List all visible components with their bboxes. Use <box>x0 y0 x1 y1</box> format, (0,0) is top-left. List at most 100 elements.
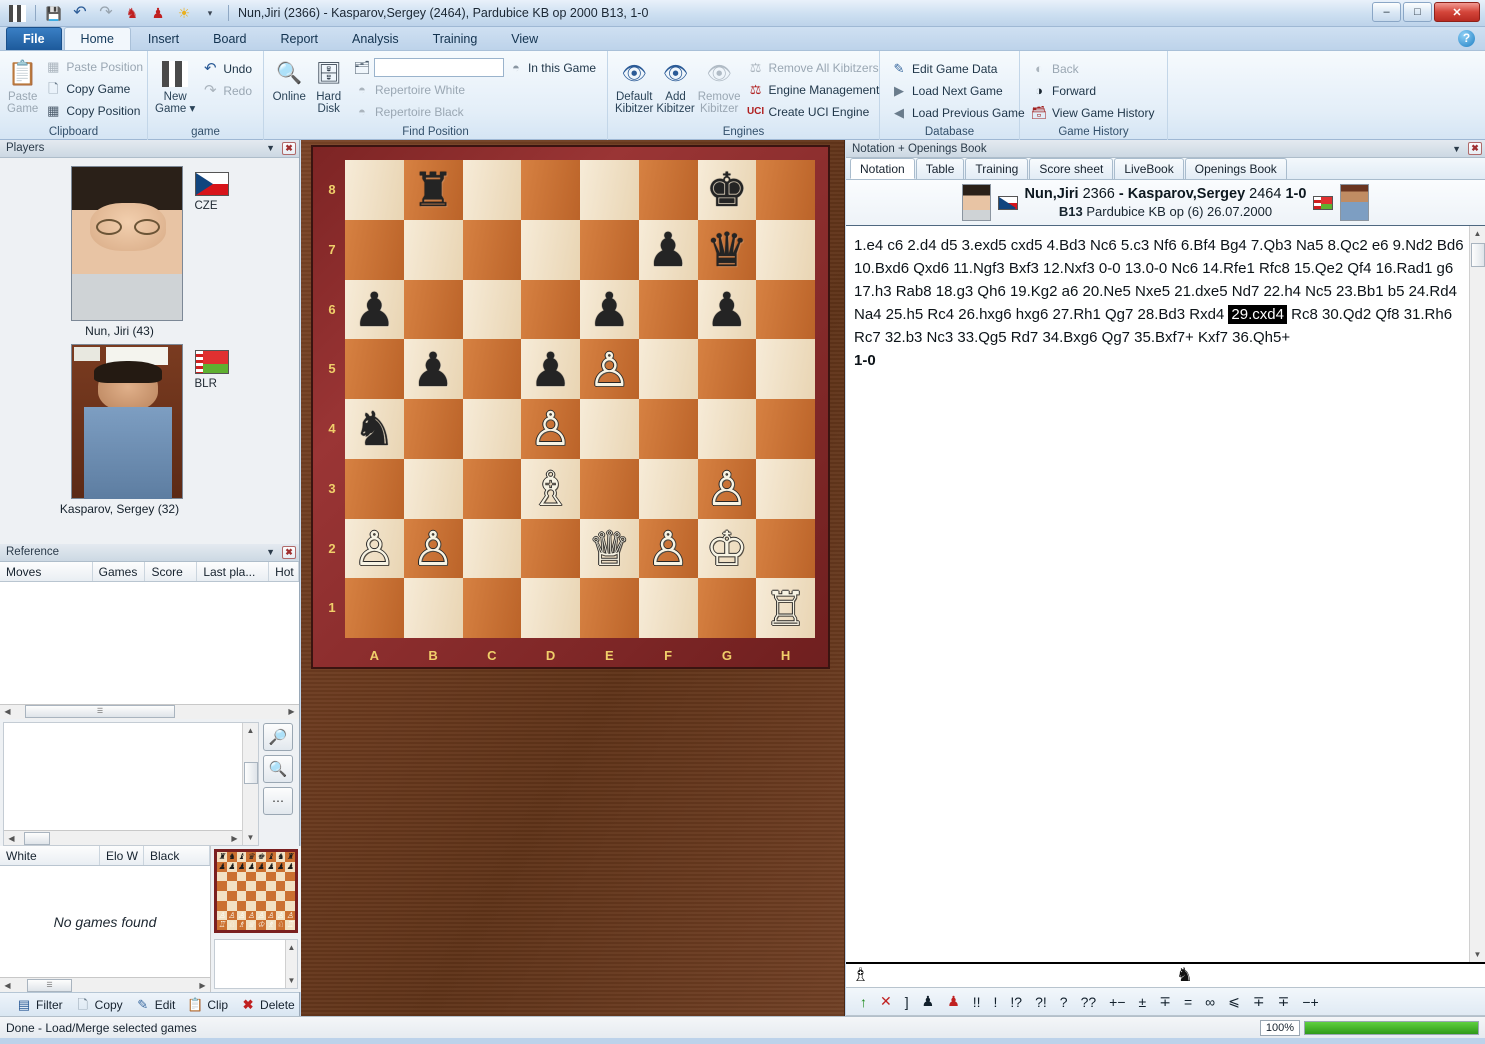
black-pawn-piece[interactable]: ♟ <box>588 286 630 333</box>
forward-button[interactable]: ◑ Forward <box>1027 80 1158 101</box>
square-b2[interactable]: ♙ <box>404 519 463 579</box>
players-panel-close-icon[interactable]: ✖ <box>282 142 296 155</box>
square-g5[interactable] <box>698 339 757 399</box>
preview-scroll-left-icon[interactable]: ◀ <box>4 834 19 843</box>
games-hscroll-track[interactable]: ☰ <box>15 979 195 992</box>
black-pawn-piece[interactable]: ♟ <box>412 346 454 393</box>
square-a3[interactable] <box>345 459 404 519</box>
annotation-black-winning-button[interactable]: −+ <box>1302 994 1318 1010</box>
square-c4[interactable] <box>463 399 522 459</box>
white-queen-piece[interactable]: ♕ <box>588 525 630 572</box>
square-a7[interactable] <box>345 220 404 280</box>
annotation-unclear-button[interactable]: ∞ <box>1205 994 1215 1010</box>
square-f6[interactable] <box>639 280 698 340</box>
reference-panel-close-icon[interactable]: ✖ <box>282 546 296 559</box>
annotation-bracket-button[interactable]: ] <box>905 994 909 1010</box>
games-column-elow[interactable]: Elo W <box>100 846 144 865</box>
tab-score-sheet[interactable]: Score sheet <box>1029 158 1113 179</box>
square-e6[interactable]: ♟ <box>580 280 639 340</box>
clip-button[interactable]: 📋 Clip <box>187 997 228 1013</box>
annotation-compensation-button[interactable]: ⩽ <box>1228 993 1240 1010</box>
tab-notation[interactable]: Notation <box>850 158 915 179</box>
board-icon[interactable] <box>6 3 28 23</box>
square-c5[interactable] <box>463 339 522 399</box>
square-c6[interactable] <box>463 280 522 340</box>
notation-moves[interactable]: 1.e4 c6 2.d4 d5 3.exd5 cxd5 4.Bd3 Nc6 5.… <box>846 226 1485 962</box>
square-b6[interactable] <box>404 280 463 340</box>
square-f5[interactable] <box>639 339 698 399</box>
annotation-good-button[interactable]: ! <box>994 994 998 1010</box>
square-f3[interactable] <box>639 459 698 519</box>
repertoire-white-button[interactable]: ◓ Repertoire White <box>350 79 600 100</box>
copy-game-button[interactable]: 🗋 Copy Game <box>41 78 147 99</box>
back-button[interactable]: ◐ Back <box>1027 58 1158 79</box>
square-h3[interactable] <box>756 459 815 519</box>
notation-scroll-down-icon[interactable]: ▼ <box>1474 947 1482 962</box>
delete-button[interactable]: ✖ Delete <box>240 997 295 1013</box>
square-h6[interactable] <box>756 280 815 340</box>
annotation-dubious-button[interactable]: ?! <box>1035 994 1047 1010</box>
annotation-interesting-button[interactable]: !? <box>1010 994 1022 1010</box>
tab-training[interactable]: Training <box>965 158 1028 179</box>
black-pawn-piece[interactable]: ♟ <box>706 286 748 333</box>
save-icon[interactable]: 💾 <box>43 3 65 23</box>
square-h5[interactable] <box>756 339 815 399</box>
white-rook-piece[interactable]: ♖ <box>765 585 807 632</box>
square-b4[interactable] <box>404 399 463 459</box>
annotation-black-better-button[interactable]: ∓ <box>1159 993 1171 1010</box>
annotation-red-pawn-button[interactable]: ♟ <box>947 993 960 1010</box>
square-a6[interactable]: ♟ <box>345 280 404 340</box>
square-e5[interactable]: ♙ <box>580 339 639 399</box>
ribbon-tab-analysis[interactable]: Analysis <box>335 27 416 50</box>
white-pawn-piece[interactable]: ♙ <box>588 346 630 393</box>
ribbon-tab-insert[interactable]: Insert <box>131 27 196 50</box>
undo-button[interactable]: ↶ Undo <box>198 58 256 79</box>
undo-icon[interactable]: ↶ <box>69 3 91 23</box>
square-g6[interactable]: ♟ <box>698 280 757 340</box>
scroll-down-icon[interactable]: ▼ <box>247 830 255 845</box>
engine-icon[interactable]: ♞ <box>121 3 143 23</box>
square-c1[interactable] <box>463 578 522 638</box>
edit-button[interactable]: ✎ Edit <box>135 997 176 1013</box>
maximize-button[interactable]: □ <box>1403 2 1432 22</box>
annotation-black-slight-button[interactable]: ∓ <box>1278 993 1290 1010</box>
remove-all-kibitzers-button[interactable]: ⚖ Remove All Kibitzers <box>744 57 884 78</box>
redo-icon[interactable]: ↷ <box>95 3 117 23</box>
square-h1[interactable]: ♖ <box>756 578 815 638</box>
annotation-blunder-button[interactable]: ?? <box>1081 994 1097 1010</box>
white-pawn-piece[interactable]: ♙ <box>412 525 454 572</box>
square-d2[interactable] <box>521 519 580 579</box>
square-f7[interactable]: ♟ <box>639 220 698 280</box>
notation-vscroll-thumb[interactable] <box>1471 243 1485 267</box>
minimize-button[interactable]: – <box>1372 2 1401 22</box>
games-scroll-right-icon[interactable]: ▶ <box>195 981 210 990</box>
white-pawn-piece[interactable]: ♙ <box>353 525 395 572</box>
black-pawn-piece[interactable]: ♟ <box>647 226 689 273</box>
notation-panel-caret-icon[interactable]: ▼ <box>1452 144 1461 154</box>
reference-column-games[interactable]: Games <box>93 562 146 581</box>
reference-column-moves[interactable]: Moves <box>0 562 93 581</box>
paste-position-button[interactable]: ▦ Paste Position <box>41 56 147 77</box>
square-e4[interactable] <box>580 399 639 459</box>
square-b5[interactable]: ♟ <box>404 339 463 399</box>
players-panel-caret-icon[interactable]: ▼ <box>266 143 275 153</box>
square-e8[interactable] <box>580 160 639 220</box>
load-previous-game-button[interactable]: ◀ Load Previous Game <box>887 102 1029 123</box>
square-c2[interactable] <box>463 519 522 579</box>
tab-livebook[interactable]: LiveBook <box>1114 158 1183 179</box>
square-a2[interactable]: ♙ <box>345 519 404 579</box>
zoom-out-button[interactable]: 🔍 <box>263 755 293 783</box>
reference-hscroll-thumb[interactable]: ☰ <box>25 705 175 718</box>
position-search-combo[interactable] <box>374 58 504 77</box>
square-h2[interactable] <box>756 519 815 579</box>
white-pawn-piece[interactable]: ♙ <box>530 405 572 452</box>
square-h7[interactable] <box>756 220 815 280</box>
square-c7[interactable] <box>463 220 522 280</box>
square-b1[interactable] <box>404 578 463 638</box>
more-options-button[interactable]: ⋯ <box>263 787 293 815</box>
ribbon-tab-training[interactable]: Training <box>416 27 495 50</box>
black-player-name[interactable]: Kasparov, Sergey (32) <box>0 502 239 516</box>
engine-management-button[interactable]: ⚖ Engine Management <box>744 79 884 100</box>
in-this-game-label[interactable]: In this Game <box>528 61 596 75</box>
square-c3[interactable] <box>463 459 522 519</box>
